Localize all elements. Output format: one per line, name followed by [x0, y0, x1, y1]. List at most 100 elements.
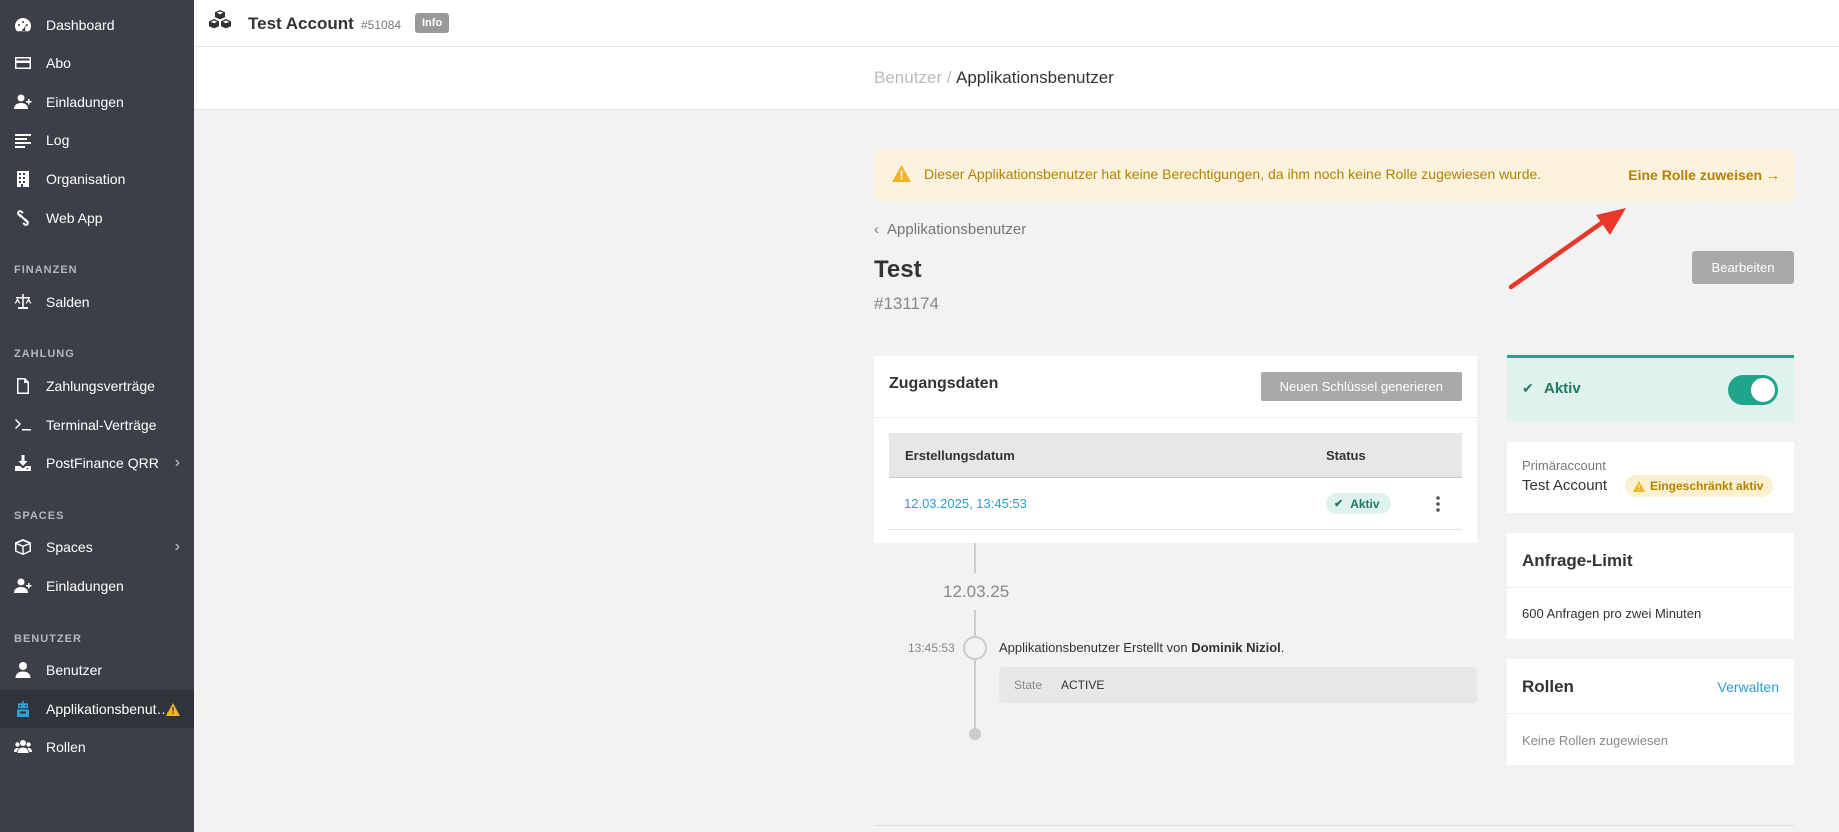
warning-icon: [1633, 480, 1645, 492]
terminal-icon: [14, 416, 32, 434]
sidebar-item-spaces[interactable]: Spaces ›: [0, 528, 194, 566]
column-header-status[interactable]: Status: [1326, 448, 1366, 463]
page-id: #131174: [874, 294, 939, 313]
alert-message: Dieser Applikationsbenutzer hat keine Be…: [924, 166, 1542, 182]
sidebar-item-salden[interactable]: Salden: [0, 283, 194, 321]
download-icon: [14, 454, 32, 472]
sidebar-item-label: Terminal-Verträge: [46, 417, 157, 433]
creation-date-link[interactable]: 12.03.2025, 13:45:53: [904, 496, 1027, 511]
rate-limit-card: Anfrage-Limit 600 Anfragen pro zwei Minu…: [1507, 533, 1794, 639]
arrow-right-icon: →: [1766, 167, 1780, 183]
top-bar: Test Account #51084 Info: [194, 0, 1839, 47]
primary-account-value: Test Account: [1522, 477, 1608, 494]
sidebar-item-label: Abo: [46, 55, 71, 71]
building-icon: [14, 170, 32, 188]
timeline-line: [974, 610, 976, 636]
users-icon: [14, 738, 32, 756]
info-badge[interactable]: Info: [415, 13, 450, 33]
column-header-date[interactable]: Erstellungsdatum: [905, 448, 1015, 463]
state-key: State: [1014, 678, 1043, 692]
divider: [1507, 587, 1794, 588]
active-toggle[interactable]: [1728, 375, 1778, 405]
sidebar-item-rollen[interactable]: Rollen: [0, 728, 194, 766]
sidebar-item-zahlungsvertraege[interactable]: Zahlungsverträge: [0, 367, 194, 405]
sidebar-item-label: Web App: [46, 210, 103, 226]
sidebar-item-web-app[interactable]: Web App: [0, 199, 194, 237]
divider: [874, 417, 1477, 418]
account-name[interactable]: Test Account: [248, 14, 354, 34]
page-title: Test: [874, 256, 922, 283]
section-zahlung: ZAHLUNG: [14, 348, 75, 360]
rate-limit-title: Anfrage-Limit: [1522, 551, 1633, 570]
generate-key-button[interactable]: Neuen Schlüssel generieren: [1260, 372, 1462, 401]
cubes-icon: [209, 10, 231, 29]
more-options-icon[interactable]: [1432, 494, 1444, 514]
back-link[interactable]: ‹ Applikationsbenutzer: [874, 221, 1026, 238]
sidebar-item-label: Zahlungsverträge: [46, 378, 155, 394]
sidebar: Dashboard Abo Einladungen Log Organisati…: [0, 0, 194, 832]
edit-button[interactable]: Bearbeiten: [1692, 251, 1794, 284]
credit-card-icon: [14, 54, 32, 72]
sidebar-item-label: Organisation: [46, 171, 126, 187]
state-value: ACTIVE: [1061, 678, 1105, 692]
warning-icon: [892, 165, 911, 182]
warning-alert: Dieser Applikationsbenutzer hat keine Be…: [874, 149, 1794, 201]
sidebar-item-label: Log: [46, 132, 70, 148]
document-icon: [14, 377, 32, 395]
user-plus-icon: [14, 577, 32, 595]
section-benutzer: BENUTZER: [14, 633, 82, 645]
sidebar-item-label: Applikationsbenut…: [46, 701, 171, 717]
annotation-arrow: [1508, 208, 1626, 290]
timeline-detail-box: State ACTIVE: [999, 667, 1477, 703]
sidebar-item-label: Benutzer: [46, 662, 103, 678]
sidebar-item-spaces-einladungen[interactable]: Einladungen: [0, 567, 194, 605]
section-spaces: SPACES: [14, 510, 65, 522]
active-label: Aktiv: [1544, 380, 1581, 397]
timeline-end: [969, 728, 981, 740]
account-id: #51084: [361, 18, 402, 32]
user-plus-icon: [14, 93, 32, 111]
robot-icon: [14, 700, 32, 718]
breadcrumb-parent[interactable]: Benutzer /: [874, 68, 952, 88]
primary-account-label: Primäraccount: [1522, 458, 1606, 473]
timeline-entry-text: Applikationsbenutzer Erstellt von Domini…: [999, 640, 1284, 655]
roles-empty-text: Keine Rollen zugewiesen: [1522, 733, 1668, 748]
sidebar-item-terminal-vertraege[interactable]: Terminal-Verträge: [0, 406, 194, 444]
primary-account-card: Primäraccount Test Account Eingeschränkt…: [1507, 442, 1794, 513]
sidebar-item-label: Einladungen: [46, 94, 124, 110]
timeline-text-suffix: .: [1280, 640, 1285, 655]
chevron-left-icon: ‹: [874, 221, 879, 238]
sidebar-item-label: PostFinance QRR: [46, 455, 159, 471]
rate-limit-value: 600 Anfragen pro zwei Minuten: [1522, 606, 1702, 621]
credentials-title: Zugangsdaten: [889, 375, 999, 392]
timeline-text-prefix: Applikationsbenutzer Erstellt von: [999, 640, 1192, 655]
user-icon: [14, 661, 32, 679]
sidebar-item-benutzer[interactable]: Benutzer: [0, 651, 194, 689]
roles-title: Rollen: [1522, 677, 1574, 696]
breadcrumb: Benutzer / Applikationsbenutzer: [194, 47, 1839, 110]
toggle-knob: [1751, 378, 1775, 402]
sidebar-item-abo[interactable]: Abo: [0, 44, 194, 82]
sidebar-item-dashboard[interactable]: Dashboard: [0, 6, 194, 44]
timeline-line: [974, 660, 976, 730]
assign-role-link[interactable]: Eine Rolle zuweisen →: [1628, 167, 1780, 183]
restricted-status-badge: Eingeschränkt aktiv: [1625, 475, 1774, 497]
back-link-label: Applikationsbenutzer: [887, 221, 1027, 238]
roles-card: Rollen Verwalten Keine Rollen zugewiesen: [1507, 659, 1794, 765]
timeline-line: [974, 543, 976, 573]
sidebar-item-einladungen[interactable]: Einladungen: [0, 83, 194, 121]
manage-roles-link[interactable]: Verwalten: [1718, 679, 1779, 695]
active-status-card: ✔ Aktiv: [1507, 355, 1794, 422]
chevron-right-icon: ›: [174, 538, 180, 555]
sidebar-item-organisation[interactable]: Organisation: [0, 160, 194, 198]
balance-scale-icon: [14, 293, 32, 311]
timeline-author: Dominik Niziol: [1191, 640, 1281, 655]
sidebar-item-log[interactable]: Log: [0, 121, 194, 159]
list-icon: [14, 131, 32, 149]
status-label: Aktiv: [1350, 496, 1380, 511]
sidebar-item-label: Dashboard: [46, 17, 115, 33]
check-icon: ✔: [1522, 380, 1534, 396]
sidebar-item-applikationsbenutzer[interactable]: Applikationsbenut…: [0, 690, 194, 728]
sidebar-item-postfinance-qrr[interactable]: PostFinance QRR ›: [0, 444, 194, 482]
dashboard-icon: [14, 16, 32, 34]
